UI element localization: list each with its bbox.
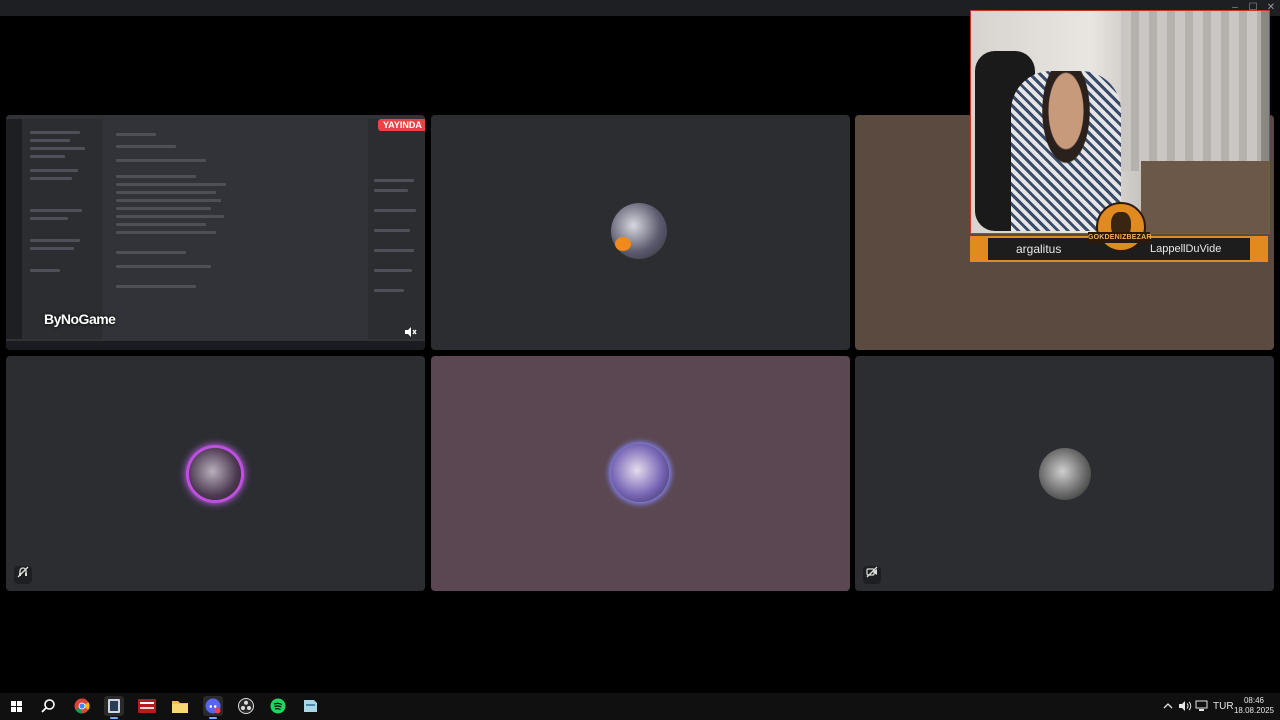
speaker-muted-icon[interactable] <box>402 325 418 341</box>
chrome-icon[interactable] <box>72 696 92 716</box>
language-indicator[interactable]: TUR <box>1213 693 1234 720</box>
shared-server-list <box>6 119 22 339</box>
search-icon[interactable] <box>38 696 58 716</box>
start-icon[interactable] <box>10 700 22 712</box>
taskbar-clock[interactable]: 08:46 18.08.2025 <box>1232 696 1276 716</box>
participant-tile[interactable] <box>855 356 1274 591</box>
shared-member-list <box>368 119 425 339</box>
shared-taskbar <box>6 341 425 350</box>
file-explorer-icon[interactable] <box>170 696 190 716</box>
user-avatar <box>189 448 241 500</box>
streamer-name-right: LappellDuVide <box>1150 243 1222 255</box>
voicemeeter-icon[interactable] <box>137 696 157 716</box>
participant-tile[interactable] <box>431 115 850 350</box>
app-icon[interactable] <box>104 696 124 719</box>
pumpkin-decoration <box>615 237 631 251</box>
discord-icon[interactable] <box>203 696 223 719</box>
webcam-video <box>970 10 1270 234</box>
volume-icon[interactable] <box>1178 693 1192 720</box>
spotify-icon[interactable] <box>268 696 288 716</box>
webcam-overlay: argalitus LappellDuVide GOKDENIZBEZAR <box>970 10 1270 263</box>
show-hidden-icons-button[interactable] <box>1163 693 1173 720</box>
screen-share-tile[interactable]: YAYINDA ByNoGame <box>6 115 425 350</box>
user-avatar <box>611 203 667 259</box>
obs-icon[interactable] <box>236 696 256 716</box>
participant-tile[interactable] <box>6 356 425 591</box>
clock-date: 18.08.2025 <box>1233 706 1275 715</box>
participant-tile[interactable] <box>431 356 850 591</box>
logo-text: GOKDENIZBEZAR <box>1088 232 1152 243</box>
logo-face-icon <box>1096 202 1146 252</box>
network-icon[interactable] <box>1195 693 1208 720</box>
streamer-name-left: argalitus <box>1016 242 1062 256</box>
windows-taskbar: TUR 08:46 18.08.2025 <box>0 693 1280 720</box>
shared-channel-list <box>22 119 102 339</box>
channel-logo: GOKDENIZBEZAR <box>1088 202 1152 254</box>
live-badge: YAYINDA <box>378 119 425 131</box>
deafened-icon <box>14 566 32 584</box>
camera-off-icon <box>863 566 881 584</box>
user-avatar <box>1039 448 1091 500</box>
clock-time: 08:46 <box>1243 696 1265 705</box>
stream-watermark: ByNoGame <box>44 311 116 327</box>
user-avatar <box>611 444 669 502</box>
app-icon[interactable] <box>300 696 320 716</box>
